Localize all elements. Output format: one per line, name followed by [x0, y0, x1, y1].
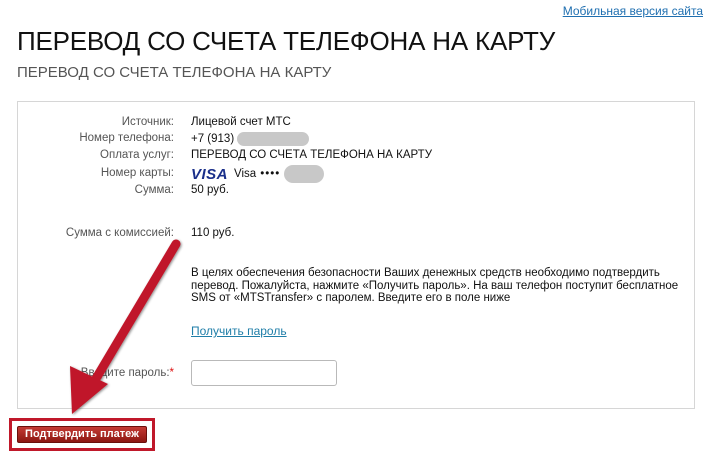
card-redaction [284, 165, 325, 183]
service-value: ПЕРЕВОД СО СЧЕТА ТЕЛЕФОНА НА КАРТУ [191, 149, 432, 161]
source-value: Лицевой счет МТС [191, 116, 291, 128]
transfer-details-panel: Источник: Лицевой счет МТС Номер телефон… [17, 101, 695, 409]
card-value: Visa [234, 168, 257, 180]
service-label: Оплата услуг: [100, 149, 174, 161]
mobile-version-link[interactable]: Мобильная версия сайта [563, 4, 703, 18]
phone-value-wrap: +7 (913) [191, 132, 310, 146]
confirm-payment-button[interactable]: Подтвердить платеж [17, 426, 147, 443]
page-subtitle: ПЕРЕВОД СО СЧЕТА ТЕЛЕФОНА НА КАРТУ [17, 64, 332, 81]
source-label: Источник: [121, 116, 174, 128]
total-row: Сумма с комиссией: 110 руб. [18, 227, 694, 243]
card-row: Номер карты: VISA Visa •••• [18, 165, 694, 185]
amount-row: Сумма: 50 руб. [18, 184, 694, 200]
card-label: Номер карты: [100, 167, 174, 179]
card-mask-dots: •••• [260, 168, 281, 180]
amount-value: 50 руб. [191, 184, 229, 196]
security-notice: В целях обеспечения безопасности Ваших д… [191, 267, 679, 304]
source-row: Источник: Лицевой счет МТС [18, 116, 694, 132]
visa-logo-icon: VISA [191, 165, 229, 183]
password-label: Введите пароль:* [81, 367, 174, 379]
phone-label: Номер телефона: [79, 132, 174, 144]
get-password-link[interactable]: Получить пароль [191, 324, 287, 338]
password-label-text: Введите пароль: [80, 367, 170, 379]
password-input[interactable] [191, 360, 337, 386]
phone-redaction [237, 132, 310, 146]
service-row: Оплата услуг: ПЕРЕВОД СО СЧЕТА ТЕЛЕФОНА … [18, 149, 694, 165]
page-title: ПЕРЕВОД СО СЧЕТА ТЕЛЕФОНА НА КАРТУ [17, 26, 556, 56]
total-value: 110 руб. [191, 227, 235, 239]
total-label: Сумма с комиссией: [65, 227, 174, 239]
required-mark: * [169, 367, 174, 379]
phone-row: Номер телефона: +7 (913) [18, 132, 694, 148]
card-value-wrap: VISA Visa •••• [191, 165, 325, 183]
confirm-highlight-box: Подтвердить платеж [9, 418, 155, 451]
amount-label: Сумма: [134, 184, 174, 196]
phone-value: +7 (913) [191, 133, 238, 146]
